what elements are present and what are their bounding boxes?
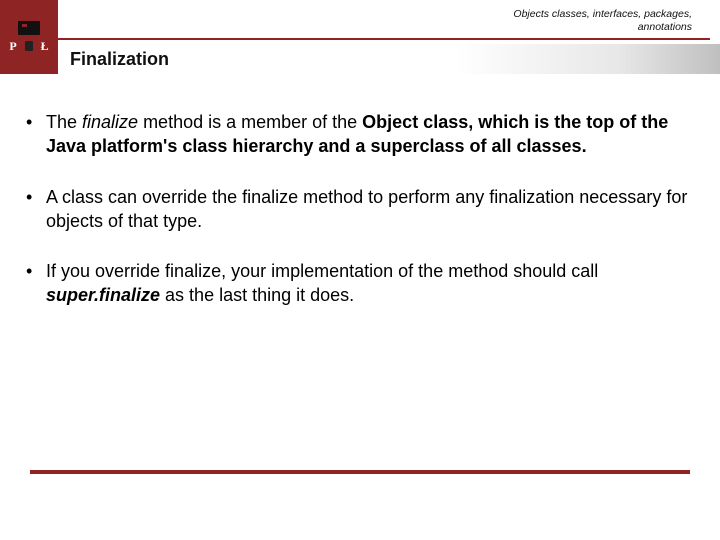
bullet-text: A class can override the finalize method… [46, 185, 690, 234]
crest-letter-right: Ł [41, 39, 49, 54]
bullet-text: If you override finalize, your implement… [46, 259, 690, 308]
list-item: • If you override finalize, your impleme… [26, 259, 690, 308]
text-run: method is a member of the [138, 112, 362, 132]
footer-divider [30, 470, 690, 474]
header-caption: Objects classes, interfaces, packages, a… [513, 8, 692, 33]
text-bold-italic: super.finalize [46, 285, 160, 305]
text-italic: finalize [82, 112, 138, 132]
crest-shield-icon [25, 41, 33, 51]
bullet-dot-icon: • [26, 110, 46, 134]
header-caption-line1: Objects classes, interfaces, packages, [513, 8, 692, 21]
text-run: If you override finalize, your implement… [46, 261, 598, 281]
bullet-dot-icon: • [26, 259, 46, 283]
crest-letters: P Ł [9, 39, 48, 54]
slide: P Ł Objects classes, interfaces, package… [0, 0, 720, 540]
header-divider [58, 38, 710, 40]
text-run: The [46, 112, 82, 132]
title-bar: Finalization [58, 44, 720, 74]
bullet-dot-icon: • [26, 185, 46, 209]
list-item: • The finalize method is a member of the… [26, 110, 690, 159]
list-item: • A class can override the finalize meth… [26, 185, 690, 234]
bullet-text: The finalize method is a member of the O… [46, 110, 690, 159]
page-title: Finalization [70, 49, 169, 70]
logo-crest: P Ł [0, 0, 58, 74]
crest-top-icon [18, 21, 40, 35]
text-run: as the last thing it does. [160, 285, 354, 305]
header-caption-line2: annotations [513, 21, 692, 34]
crest-letter-left: P [9, 39, 16, 54]
content-area: • The finalize method is a member of the… [26, 110, 690, 334]
